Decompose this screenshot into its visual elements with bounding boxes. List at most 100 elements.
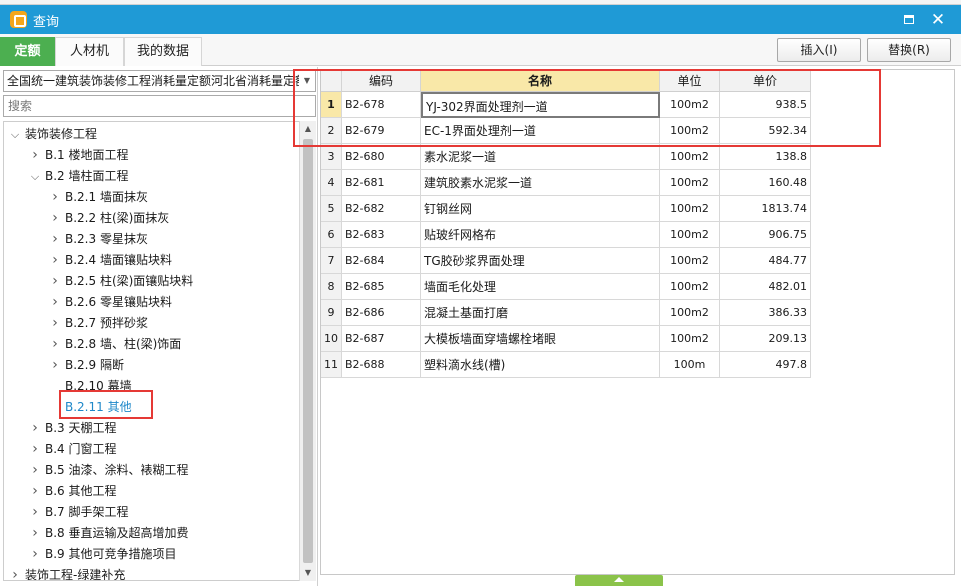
row-number[interactable]: 9 bbox=[321, 300, 342, 326]
library-select[interactable]: 全国统一建筑装饰装修工程消耗量定额河北省消耗量定额 ▼ bbox=[3, 70, 316, 92]
maximize-button[interactable] bbox=[898, 9, 920, 31]
column-header-unit[interactable]: 单位 bbox=[660, 70, 720, 92]
chevron-right-icon[interactable]: › bbox=[28, 145, 42, 166]
column-header-price[interactable]: 单价 bbox=[720, 70, 811, 92]
chevron-right-icon[interactable]: › bbox=[28, 460, 42, 481]
cell-name[interactable]: 建筑胶素水泥浆一道 bbox=[421, 170, 660, 196]
tree-item[interactable]: › B.6 其他工程 bbox=[28, 481, 116, 502]
cell-name[interactable]: 素水泥浆一道 bbox=[421, 144, 660, 170]
cell-code[interactable]: B2-688 bbox=[342, 352, 421, 378]
cell-name[interactable]: TG胶砂浆界面处理 bbox=[421, 248, 660, 274]
tab-labor-material-machine[interactable]: 人材机 bbox=[55, 37, 124, 66]
chevron-right-icon[interactable]: › bbox=[48, 250, 62, 271]
tree-item[interactable]: › B.9 其他可竞争措施项目 bbox=[28, 544, 176, 565]
tree-item[interactable]: › B.2.5 柱(梁)面镶贴块料 bbox=[48, 271, 193, 292]
row-number[interactable]: 2 bbox=[321, 118, 342, 144]
cell-price[interactable]: 484.77 bbox=[720, 248, 811, 274]
cell-code[interactable]: B2-686 bbox=[342, 300, 421, 326]
tree-item[interactable]: B.2.11 其他 bbox=[48, 397, 132, 418]
search-input[interactable] bbox=[3, 95, 316, 117]
cell-code[interactable]: B2-687 bbox=[342, 326, 421, 352]
close-button[interactable]: ✕ bbox=[927, 9, 949, 31]
column-header-code[interactable]: 编码 bbox=[342, 70, 421, 92]
chevron-right-icon[interactable]: › bbox=[28, 544, 42, 565]
cell-unit[interactable]: 100m bbox=[660, 352, 720, 378]
insert-button[interactable]: 插入(I) bbox=[777, 38, 861, 62]
row-number[interactable]: 10 bbox=[321, 326, 342, 352]
cell-unit[interactable]: 100m2 bbox=[660, 248, 720, 274]
cell-unit[interactable]: 100m2 bbox=[660, 144, 720, 170]
cell-price[interactable]: 138.8 bbox=[720, 144, 811, 170]
scroll-down-icon[interactable]: ▼ bbox=[300, 565, 316, 581]
tree-item[interactable]: › B.2.4 墙面镶贴块料 bbox=[48, 250, 172, 271]
chevron-right-icon[interactable]: › bbox=[28, 502, 42, 523]
tree-item[interactable]: › B.2.2 柱(梁)面抹灰 bbox=[48, 208, 169, 229]
tree-item[interactable]: ⌵ B.2 墙柱面工程 bbox=[28, 166, 129, 187]
chevron-right-icon[interactable]: › bbox=[48, 229, 62, 250]
cell-name[interactable]: 贴玻纤网格布 bbox=[421, 222, 660, 248]
cell-unit[interactable]: 100m2 bbox=[660, 118, 720, 144]
tree-item[interactable]: › B.8 垂直运输及超高增加费 bbox=[28, 523, 188, 544]
tab-quota[interactable]: 定额 bbox=[0, 37, 55, 66]
chevron-right-icon[interactable]: › bbox=[48, 334, 62, 355]
row-number[interactable]: 7 bbox=[321, 248, 342, 274]
cell-unit[interactable]: 100m2 bbox=[660, 170, 720, 196]
cell-name[interactable]: 塑料滴水线(槽) bbox=[421, 352, 660, 378]
cell-code[interactable]: B2-683 bbox=[342, 222, 421, 248]
scroll-up-icon[interactable]: ▲ bbox=[300, 121, 316, 137]
cell-unit[interactable]: 100m2 bbox=[660, 326, 720, 352]
cell-unit[interactable]: 100m2 bbox=[660, 274, 720, 300]
chevron-right-icon[interactable]: › bbox=[28, 418, 42, 439]
cell-name[interactable]: 钉钢丝网 bbox=[421, 196, 660, 222]
column-header-name[interactable]: 名称 bbox=[421, 70, 660, 92]
tree-item[interactable]: › B.2.3 零星抹灰 bbox=[48, 229, 148, 250]
dropdown-arrow-icon[interactable]: ▼ bbox=[299, 71, 315, 91]
row-number[interactable]: 3 bbox=[321, 144, 342, 170]
chevron-down-icon[interactable]: ⌵ bbox=[8, 124, 22, 145]
cell-unit[interactable]: 100m2 bbox=[660, 300, 720, 326]
row-number[interactable]: 8 bbox=[321, 274, 342, 300]
tree-item[interactable]: › B.7 脚手架工程 bbox=[28, 502, 128, 523]
tree-item[interactable]: › B.5 油漆、涂料、裱糊工程 bbox=[28, 460, 188, 481]
chevron-right-icon[interactable]: › bbox=[48, 313, 62, 334]
tree-item[interactable]: › B.1 楼地面工程 bbox=[28, 145, 128, 166]
chevron-right-icon[interactable]: › bbox=[48, 271, 62, 292]
tree-item[interactable]: › B.2.9 隔断 bbox=[48, 355, 124, 376]
cell-unit[interactable]: 100m2 bbox=[660, 222, 720, 248]
cell-code[interactable]: B2-679 bbox=[342, 118, 421, 144]
cell-name[interactable]: YJ-302界面处理剂一道 bbox=[421, 92, 660, 118]
tree-item[interactable]: › B.2.7 预拌砂浆 bbox=[48, 313, 148, 334]
cell-code[interactable]: B2-678 bbox=[342, 92, 421, 118]
cell-code[interactable]: B2-685 bbox=[342, 274, 421, 300]
cell-price[interactable]: 160.48 bbox=[720, 170, 811, 196]
row-number[interactable]: 4 bbox=[321, 170, 342, 196]
cell-unit[interactable]: 100m2 bbox=[660, 92, 720, 118]
cell-code[interactable]: B2-681 bbox=[342, 170, 421, 196]
chevron-right-icon[interactable]: › bbox=[48, 292, 62, 313]
cell-code[interactable]: B2-680 bbox=[342, 144, 421, 170]
cell-unit[interactable]: 100m2 bbox=[660, 196, 720, 222]
cell-name[interactable]: 大模板墙面穿墙螺栓堵眼 bbox=[421, 326, 660, 352]
panel-splitter-handle[interactable] bbox=[575, 575, 663, 586]
tree-item[interactable]: › B.4 门窗工程 bbox=[28, 439, 116, 460]
tree-scrollbar[interactable]: ▲ ▼ bbox=[299, 121, 316, 581]
row-number[interactable]: 5 bbox=[321, 196, 342, 222]
cell-price[interactable]: 386.33 bbox=[720, 300, 811, 326]
scrollbar-thumb[interactable] bbox=[303, 139, 313, 563]
cell-code[interactable]: B2-682 bbox=[342, 196, 421, 222]
tree-item[interactable]: › B.2.6 零星镶贴块料 bbox=[48, 292, 172, 313]
cell-price[interactable]: 1813.74 bbox=[720, 196, 811, 222]
cell-price[interactable]: 209.13 bbox=[720, 326, 811, 352]
row-number[interactable]: 1 bbox=[321, 92, 342, 118]
tree-item[interactable]: › B.2.1 墙面抹灰 bbox=[48, 187, 148, 208]
chevron-right-icon[interactable]: › bbox=[48, 187, 62, 208]
replace-button[interactable]: 替换(R) bbox=[867, 38, 951, 62]
chevron-right-icon[interactable]: › bbox=[28, 439, 42, 460]
tab-my-data[interactable]: 我的数据 bbox=[124, 37, 202, 66]
cell-price[interactable]: 906.75 bbox=[720, 222, 811, 248]
cell-code[interactable]: B2-684 bbox=[342, 248, 421, 274]
chevron-right-icon[interactable]: › bbox=[48, 355, 62, 376]
tree-item[interactable]: B.2.10 幕墙 bbox=[48, 376, 132, 397]
chevron-right-icon[interactable]: › bbox=[8, 565, 22, 580]
cell-price[interactable]: 497.8 bbox=[720, 352, 811, 378]
